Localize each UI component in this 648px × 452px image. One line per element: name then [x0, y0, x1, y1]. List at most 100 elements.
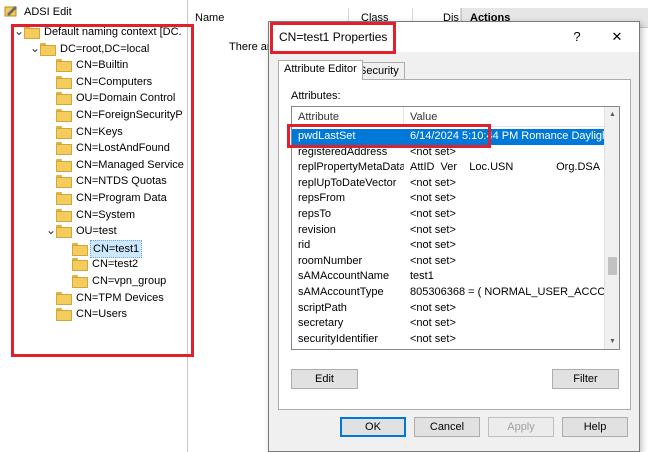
tree-item-label: CN=Computers	[76, 75, 153, 88]
attribute-name: sAMAccountName	[298, 270, 390, 283]
attribute-row[interactable]: pwdLastSet 6/14/2024 5:10:44 PM Romance D…	[292, 129, 605, 145]
attribute-name: securityIdentifier	[298, 332, 379, 345]
attribute-value: <not set>	[410, 208, 456, 220]
folder-icon	[56, 291, 72, 305]
tree-item-label: Default naming context [DC.	[44, 26, 182, 38]
cancel-button[interactable]: Cancel	[414, 417, 480, 437]
folder-icon	[56, 175, 72, 189]
attribute-row[interactable]: scriptPath <not set>	[292, 301, 605, 317]
attribute-row[interactable]: roomNumber <not set>	[292, 254, 605, 270]
attribute-value: <not set>	[410, 254, 456, 267]
tree-root-adsi-edit[interactable]: ADSI Edit	[4, 4, 74, 20]
attribute-row[interactable]: replUpToDateVector <not set>	[292, 176, 605, 192]
details-empty-message: There ar	[229, 41, 271, 53]
tree-item[interactable]: CN=test2	[62, 256, 140, 272]
tree-item[interactable]: CN=Program Data	[46, 190, 169, 206]
tree-item-label: DC=root,DC=local	[60, 42, 150, 55]
apply-button[interactable]: Apply	[488, 417, 554, 437]
list-header-value[interactable]: Value	[404, 107, 605, 127]
attribute-name: replUpToDateVector	[298, 176, 397, 189]
tree-item-label: CN=System	[76, 208, 135, 221]
tree-item-label: CN=NTDS Quotas	[76, 175, 167, 188]
attribute-value: <not set>	[410, 239, 456, 252]
tree-pane: ADSI Edit ⌄ Default naming context [DC. ⌄ D…	[0, 0, 188, 452]
folder-icon	[56, 59, 72, 73]
tree-item[interactable]: ⌄ DC=root,DC=local	[30, 41, 151, 57]
attribute-name: pwdLastSet	[298, 130, 356, 142]
chevron-down-icon[interactable]: ⌄	[30, 42, 40, 54]
tree-item[interactable]: CN=TPM Devices	[46, 290, 166, 306]
attribute-value: test1	[410, 270, 434, 283]
tree-item[interactable]: OU=Domain Control	[46, 90, 177, 106]
chevron-down-icon[interactable]: ⌄	[14, 25, 24, 37]
tree-item-label: CN=test1	[90, 239, 143, 258]
tree-item[interactable]: CN=Builtin	[46, 57, 130, 73]
attribute-row[interactable]: sAMAccountType 805306368 = ( NORMAL_USER_…	[292, 285, 605, 301]
folder-icon	[72, 258, 88, 272]
tree-item[interactable]: CN=LostAndFound	[46, 140, 172, 156]
attribute-value: 805306368 = ( NORMAL_USER_ACCOUNT	[410, 286, 605, 298]
scroll-down-icon[interactable]: ▼	[605, 334, 619, 349]
tree-item[interactable]: CN=Computers	[46, 74, 154, 90]
attributes-label: Attributes:	[291, 90, 341, 102]
attribute-value: AttID Ver Loc.USN Org.DSA	[410, 161, 601, 174]
close-icon[interactable]: ✕	[608, 28, 626, 46]
attribute-row[interactable]: rid <not set>	[292, 238, 605, 254]
tree-item[interactable]: CN=Users	[46, 306, 129, 322]
attribute-row[interactable]: repsTo <not set>	[292, 207, 605, 223]
folder-icon	[72, 242, 88, 256]
attribute-name: scriptPath	[298, 301, 347, 314]
attribute-row[interactable]: sAMAccountName test1	[292, 269, 605, 285]
attribute-value: <not set>	[410, 176, 456, 189]
tree-item-label: CN=LostAndFound	[76, 142, 170, 155]
tree-item-label: OU=test	[76, 225, 117, 238]
tree-item[interactable]: CN=Managed Service	[46, 157, 186, 173]
attribute-name: repsFrom	[298, 192, 346, 205]
attribute-row[interactable]: secretary <not set>	[292, 316, 605, 332]
ok-button[interactable]: OK	[340, 417, 406, 437]
attribute-name: revision	[298, 223, 336, 236]
tree-item-label: CN=Keys	[76, 125, 123, 138]
attribute-editor-panel: Attributes: Attribute Value pwdLastSet 6/…	[278, 79, 631, 410]
scroll-thumb[interactable]	[608, 257, 617, 275]
folder-icon	[56, 75, 72, 89]
tree-item-label: OU=Domain Control	[76, 92, 176, 105]
help-icon[interactable]: ?	[568, 28, 586, 46]
tree-item[interactable]: CN=ForeignSecurityP	[46, 107, 185, 123]
vertical-scrollbar[interactable]: ▲ ▼	[604, 107, 619, 349]
edit-button[interactable]: Edit	[291, 369, 358, 389]
dialog-titlebar[interactable]: CN=test1 Properties ? ✕	[269, 22, 639, 52]
attribute-row[interactable]: replPropertyMetaData AttID Ver Loc.USN Or…	[292, 160, 605, 176]
attribute-value: <not set>	[410, 317, 456, 330]
tree-item[interactable]: CN=test1	[62, 239, 143, 258]
tab-attribute-editor[interactable]: Attribute Editor	[278, 60, 363, 80]
attributes-list[interactable]: Attribute Value pwdLastSet 6/14/2024 5:10…	[291, 106, 620, 350]
attribute-row[interactable]: repsFrom <not set>	[292, 191, 605, 207]
tree-item[interactable]: ⌄ Default naming context [DC.	[14, 24, 184, 40]
filter-button[interactable]: Filter	[552, 369, 619, 389]
attribute-row[interactable]: registeredAddress <not set>	[292, 145, 605, 161]
tree-item[interactable]: CN=Keys	[46, 124, 125, 140]
list-header-attribute[interactable]: Attribute	[292, 107, 404, 127]
tree-item-label: CN=vpn_group	[92, 275, 167, 287]
tree-item[interactable]: CN=System	[46, 207, 137, 223]
attribute-value: <not set>	[410, 223, 456, 236]
help-button[interactable]: Help	[562, 417, 628, 437]
folder-icon	[56, 142, 72, 156]
tree-item-label: CN=Users	[76, 308, 128, 321]
attribute-row[interactable]: securityIdentifier <not set>	[292, 332, 605, 348]
tree-item[interactable]: CN=vpn_group	[62, 273, 168, 289]
attribute-name: repsTo	[298, 208, 332, 220]
scroll-up-icon[interactable]: ▲	[605, 107, 619, 122]
tree-item-label: CN=test2	[92, 258, 139, 271]
attribute-name: rid	[298, 239, 311, 252]
attribute-value: <not set>	[410, 192, 456, 205]
properties-dialog: CN=test1 Properties ? ✕ Attribute Editor…	[268, 21, 640, 452]
attribute-value: <not set>	[410, 332, 456, 345]
attribute-row[interactable]: revision <not set>	[292, 223, 605, 239]
tree-item-label: CN=Program Data	[76, 192, 167, 204]
chevron-down-icon[interactable]: ⌄	[46, 224, 56, 236]
tree-item[interactable]: ⌄ OU=test	[46, 223, 119, 239]
tree-item[interactable]: CN=NTDS Quotas	[46, 173, 169, 189]
tree-item-label: CN=TPM Devices	[76, 291, 164, 304]
